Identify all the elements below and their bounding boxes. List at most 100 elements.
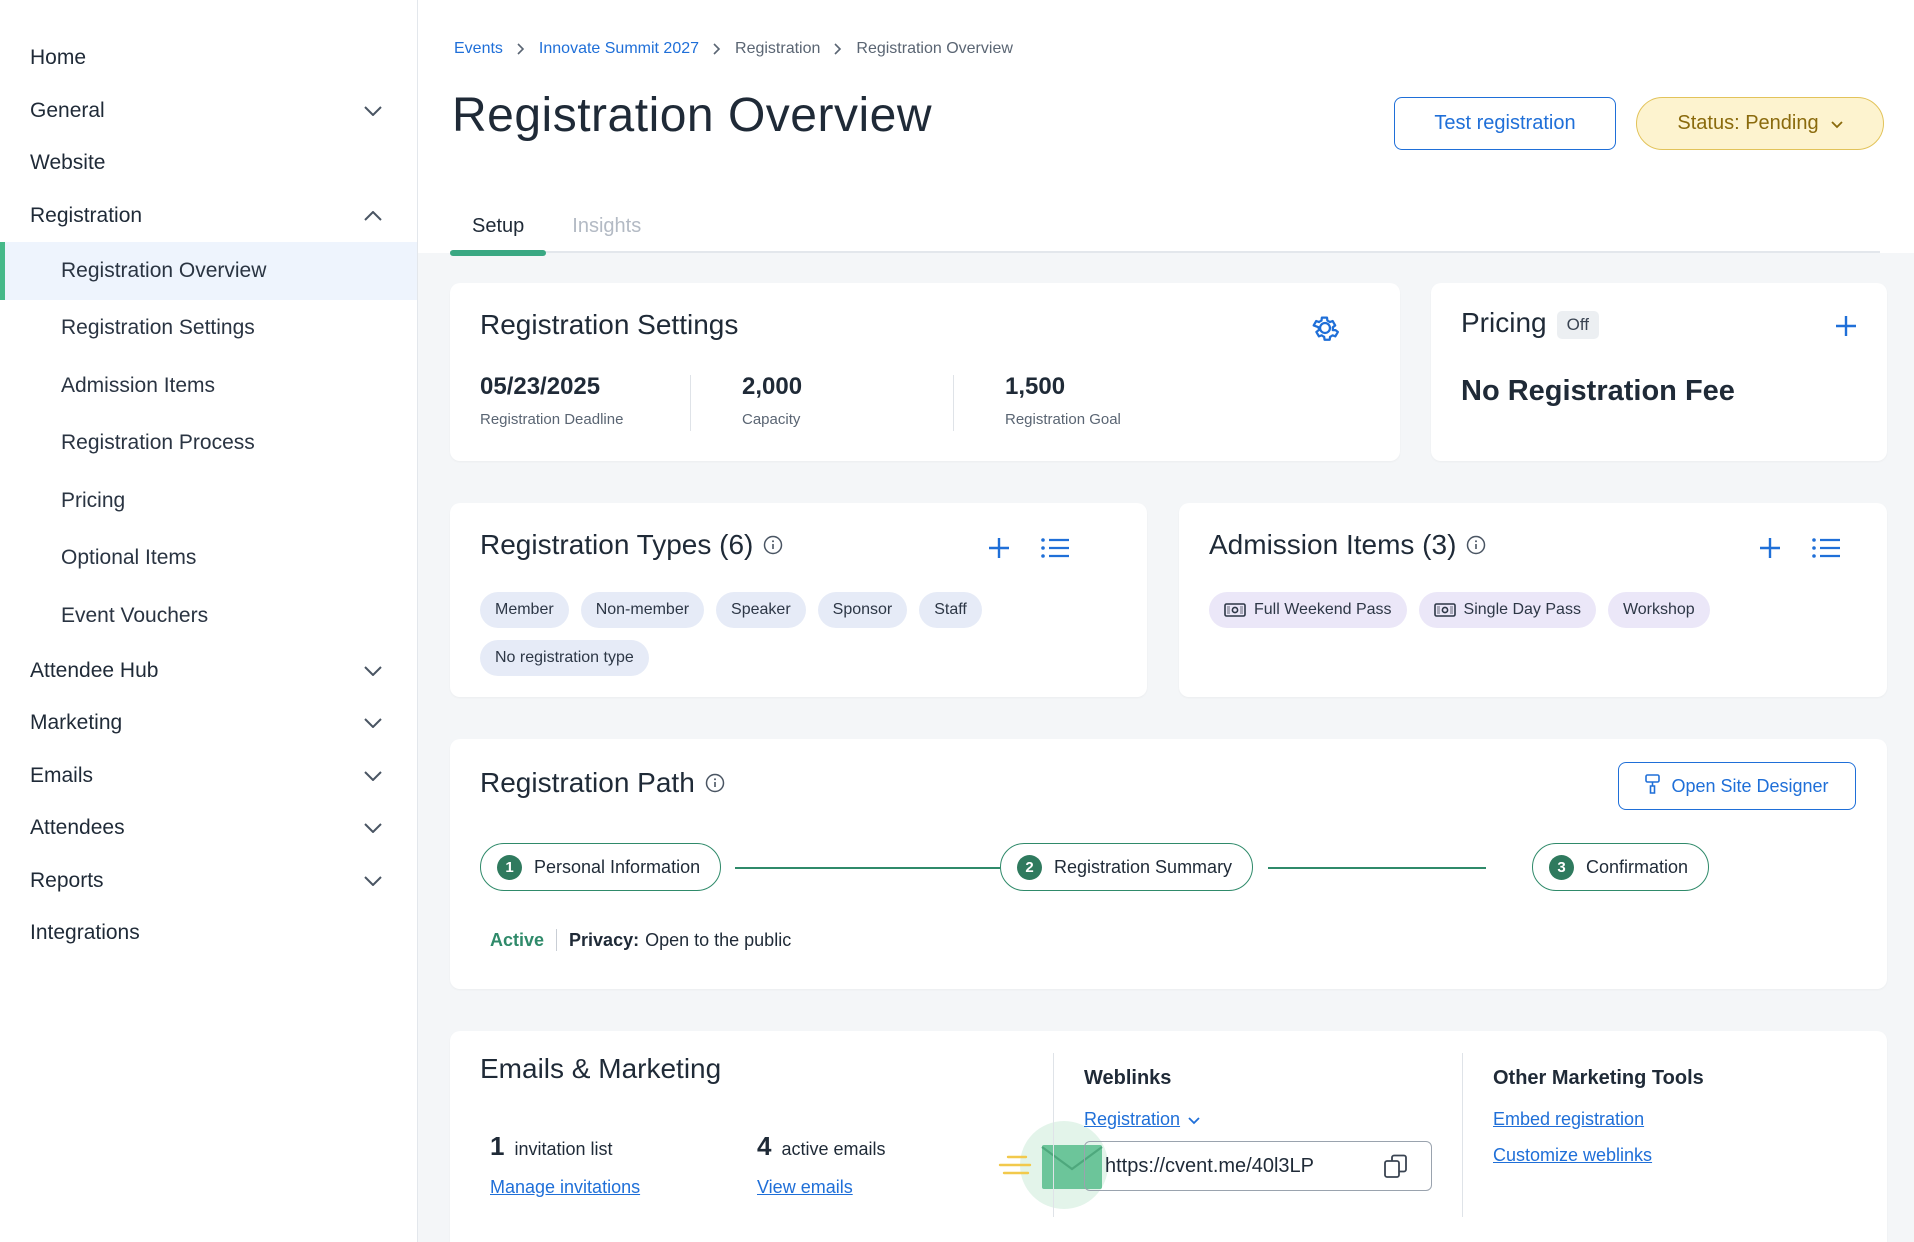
list-icon[interactable]	[1811, 533, 1841, 563]
pricing-fee-text: No Registration Fee	[1461, 375, 1735, 407]
sidebar-item-registration[interactable]: Registration	[0, 190, 417, 243]
test-registration-button[interactable]: Test registration	[1394, 97, 1616, 150]
sidebar-subitem-admission-items[interactable]: Admission Items	[0, 357, 417, 415]
add-admission-item-button[interactable]	[1755, 533, 1785, 563]
chevron-down-icon	[1188, 1109, 1200, 1130]
open-site-designer-button[interactable]: Open Site Designer	[1618, 762, 1856, 810]
status-label: Status: Pending	[1677, 112, 1819, 134]
sidebar-subitem-registration-settings[interactable]: Registration Settings	[0, 300, 417, 358]
registration-type-chip[interactable]: Member	[480, 592, 569, 628]
registration-settings-card: Registration Settings 05/23/2025 Registr…	[450, 283, 1400, 461]
sidebar-item-website[interactable]: Website	[0, 137, 417, 190]
path-connector	[735, 867, 1000, 869]
pricing-title: Pricing	[1461, 307, 1547, 338]
main-content: Events Innovate Summit 2027 Registration…	[418, 0, 1914, 1242]
chevron-down-icon[interactable]	[363, 871, 383, 891]
breadcrumb-event-link[interactable]: Innovate Summit 2027	[539, 40, 699, 58]
sidebar-item-label: Attendees	[30, 816, 125, 840]
sidebar-subitem-pricing[interactable]: Pricing	[0, 472, 417, 530]
registration-type-chip[interactable]: Speaker	[716, 592, 806, 628]
sidebar-subitem-label: Optional Items	[61, 546, 197, 570]
chevron-down-icon[interactable]	[363, 818, 383, 838]
ticket-icon	[1433, 603, 1456, 617]
admission-items-title: Admission Items (3)	[1209, 529, 1457, 560]
sidebar-subitem-registration-process[interactable]: Registration Process	[0, 415, 417, 473]
deadline-label: Registration Deadline	[480, 411, 624, 428]
copy-icon[interactable]	[1383, 1153, 1409, 1179]
step-number: 2	[1017, 854, 1042, 880]
deadline-stat: 05/23/2025 Registration Deadline	[480, 373, 623, 428]
path-step-registration-summary[interactable]: 2 Registration Summary	[1000, 843, 1254, 891]
gear-icon[interactable]	[1308, 311, 1342, 345]
card-title: Admission Items (3)	[1209, 529, 1486, 561]
sidebar-item-label: Attendee Hub	[30, 658, 159, 682]
sidebar-subitem-optional-items[interactable]: Optional Items	[0, 530, 417, 588]
privacy-label: Privacy:	[569, 929, 640, 950]
chevron-down-icon[interactable]	[363, 661, 383, 681]
path-step-confirmation[interactable]: 3 Confirmation	[1532, 843, 1710, 891]
chevron-down-icon[interactable]	[363, 766, 383, 786]
sidebar-item-label: Website	[30, 151, 106, 175]
sidebar-subitem-label: Event Vouchers	[61, 603, 209, 627]
status-dropdown[interactable]: Status: Pending	[1636, 97, 1884, 150]
chevron-right-icon	[517, 43, 525, 55]
manage-invitations-link[interactable]: Manage invitations	[490, 1177, 640, 1198]
admission-item-chip[interactable]: Full Weekend Pass	[1209, 592, 1407, 628]
sidebar-item-attendees[interactable]: Attendees	[0, 802, 417, 855]
chevron-right-icon	[713, 43, 721, 55]
add-registration-type-button[interactable]	[984, 533, 1014, 563]
chevron-up-icon[interactable]	[363, 206, 383, 226]
privacy-value: Open to the public	[645, 929, 792, 950]
breadcrumb-current: Registration Overview	[856, 40, 1013, 57]
capacity-value: 2,000	[742, 373, 803, 400]
sidebar-item-reports[interactable]: Reports	[0, 855, 417, 908]
admission-item-chip[interactable]: Single Day Pass	[1418, 592, 1596, 628]
registration-path-card: Registration Path Open Site Designer 1 P…	[450, 739, 1887, 989]
weblink-type-dropdown[interactable]: Registration	[1084, 1109, 1200, 1130]
registration-type-chip[interactable]: No registration type	[480, 640, 649, 676]
embed-registration-link[interactable]: Embed registration	[1493, 1109, 1644, 1130]
info-icon[interactable]	[763, 535, 783, 555]
step-number: 3	[1549, 854, 1574, 880]
view-emails-link[interactable]: View emails	[757, 1177, 853, 1198]
weblink-url: https://cvent.me/40l3LP	[1105, 1154, 1315, 1177]
invitation-count: 1	[490, 1131, 505, 1161]
step-number: 1	[497, 854, 522, 880]
list-icon[interactable]	[1040, 533, 1070, 563]
sidebar-subitem-label: Pricing	[61, 488, 126, 512]
tab-insights[interactable]: Insights	[546, 200, 663, 253]
chevron-down-icon[interactable]	[363, 101, 383, 121]
sidebar-item-emails[interactable]: Emails	[0, 750, 417, 803]
sidebar-item-label: Integrations	[30, 921, 140, 945]
sidebar-item-marketing[interactable]: Marketing	[0, 697, 417, 750]
sidebar-subitem-label: Registration Overview	[61, 258, 267, 282]
path-status: Active Privacy: Open to the public	[490, 929, 791, 951]
registration-type-chip[interactable]: Non-member	[580, 592, 705, 628]
weblink-type-label: Registration	[1084, 1109, 1181, 1129]
sidebar-item-attendee-hub[interactable]: Attendee Hub	[0, 645, 417, 698]
customize-weblinks-link[interactable]: Customize weblinks	[1493, 1145, 1652, 1166]
sidebar-item-label: Marketing	[30, 711, 123, 735]
invitation-stat: 1 invitation list	[490, 1131, 613, 1162]
sidebar-item-label: Registration	[30, 203, 143, 227]
admission-item-chip[interactable]: Workshop	[1607, 592, 1710, 628]
sidebar-item-integrations[interactable]: Integrations	[0, 907, 417, 960]
sidebar-subitem-label: Registration Process	[61, 431, 255, 455]
registration-type-chip[interactable]: Staff	[919, 592, 982, 628]
sidebar-item-home[interactable]: Home	[0, 32, 417, 85]
info-icon[interactable]	[705, 773, 725, 793]
tab-setup[interactable]: Setup	[450, 200, 547, 256]
registration-path-title: Registration Path	[480, 767, 695, 798]
registration-types-card: Registration Types (6) Member Non-member…	[450, 503, 1147, 697]
sidebar-item-general[interactable]: General	[0, 85, 417, 138]
breadcrumb-events-link[interactable]: Events	[454, 40, 503, 58]
weblink-url-field[interactable]: https://cvent.me/40l3LP	[1084, 1141, 1432, 1191]
admission-items-card: Admission Items (3) Full Weekend Pass Si…	[1179, 503, 1887, 697]
add-pricing-button[interactable]	[1831, 311, 1861, 341]
registration-type-chip[interactable]: Sponsor	[817, 592, 908, 628]
path-step-personal-information[interactable]: 1 Personal Information	[480, 843, 722, 891]
sidebar-subitem-registration-overview[interactable]: Registration Overview	[0, 242, 417, 300]
info-icon[interactable]	[1466, 535, 1486, 555]
sidebar-subitem-event-vouchers[interactable]: Event Vouchers	[0, 587, 417, 645]
chevron-down-icon[interactable]	[363, 713, 383, 733]
